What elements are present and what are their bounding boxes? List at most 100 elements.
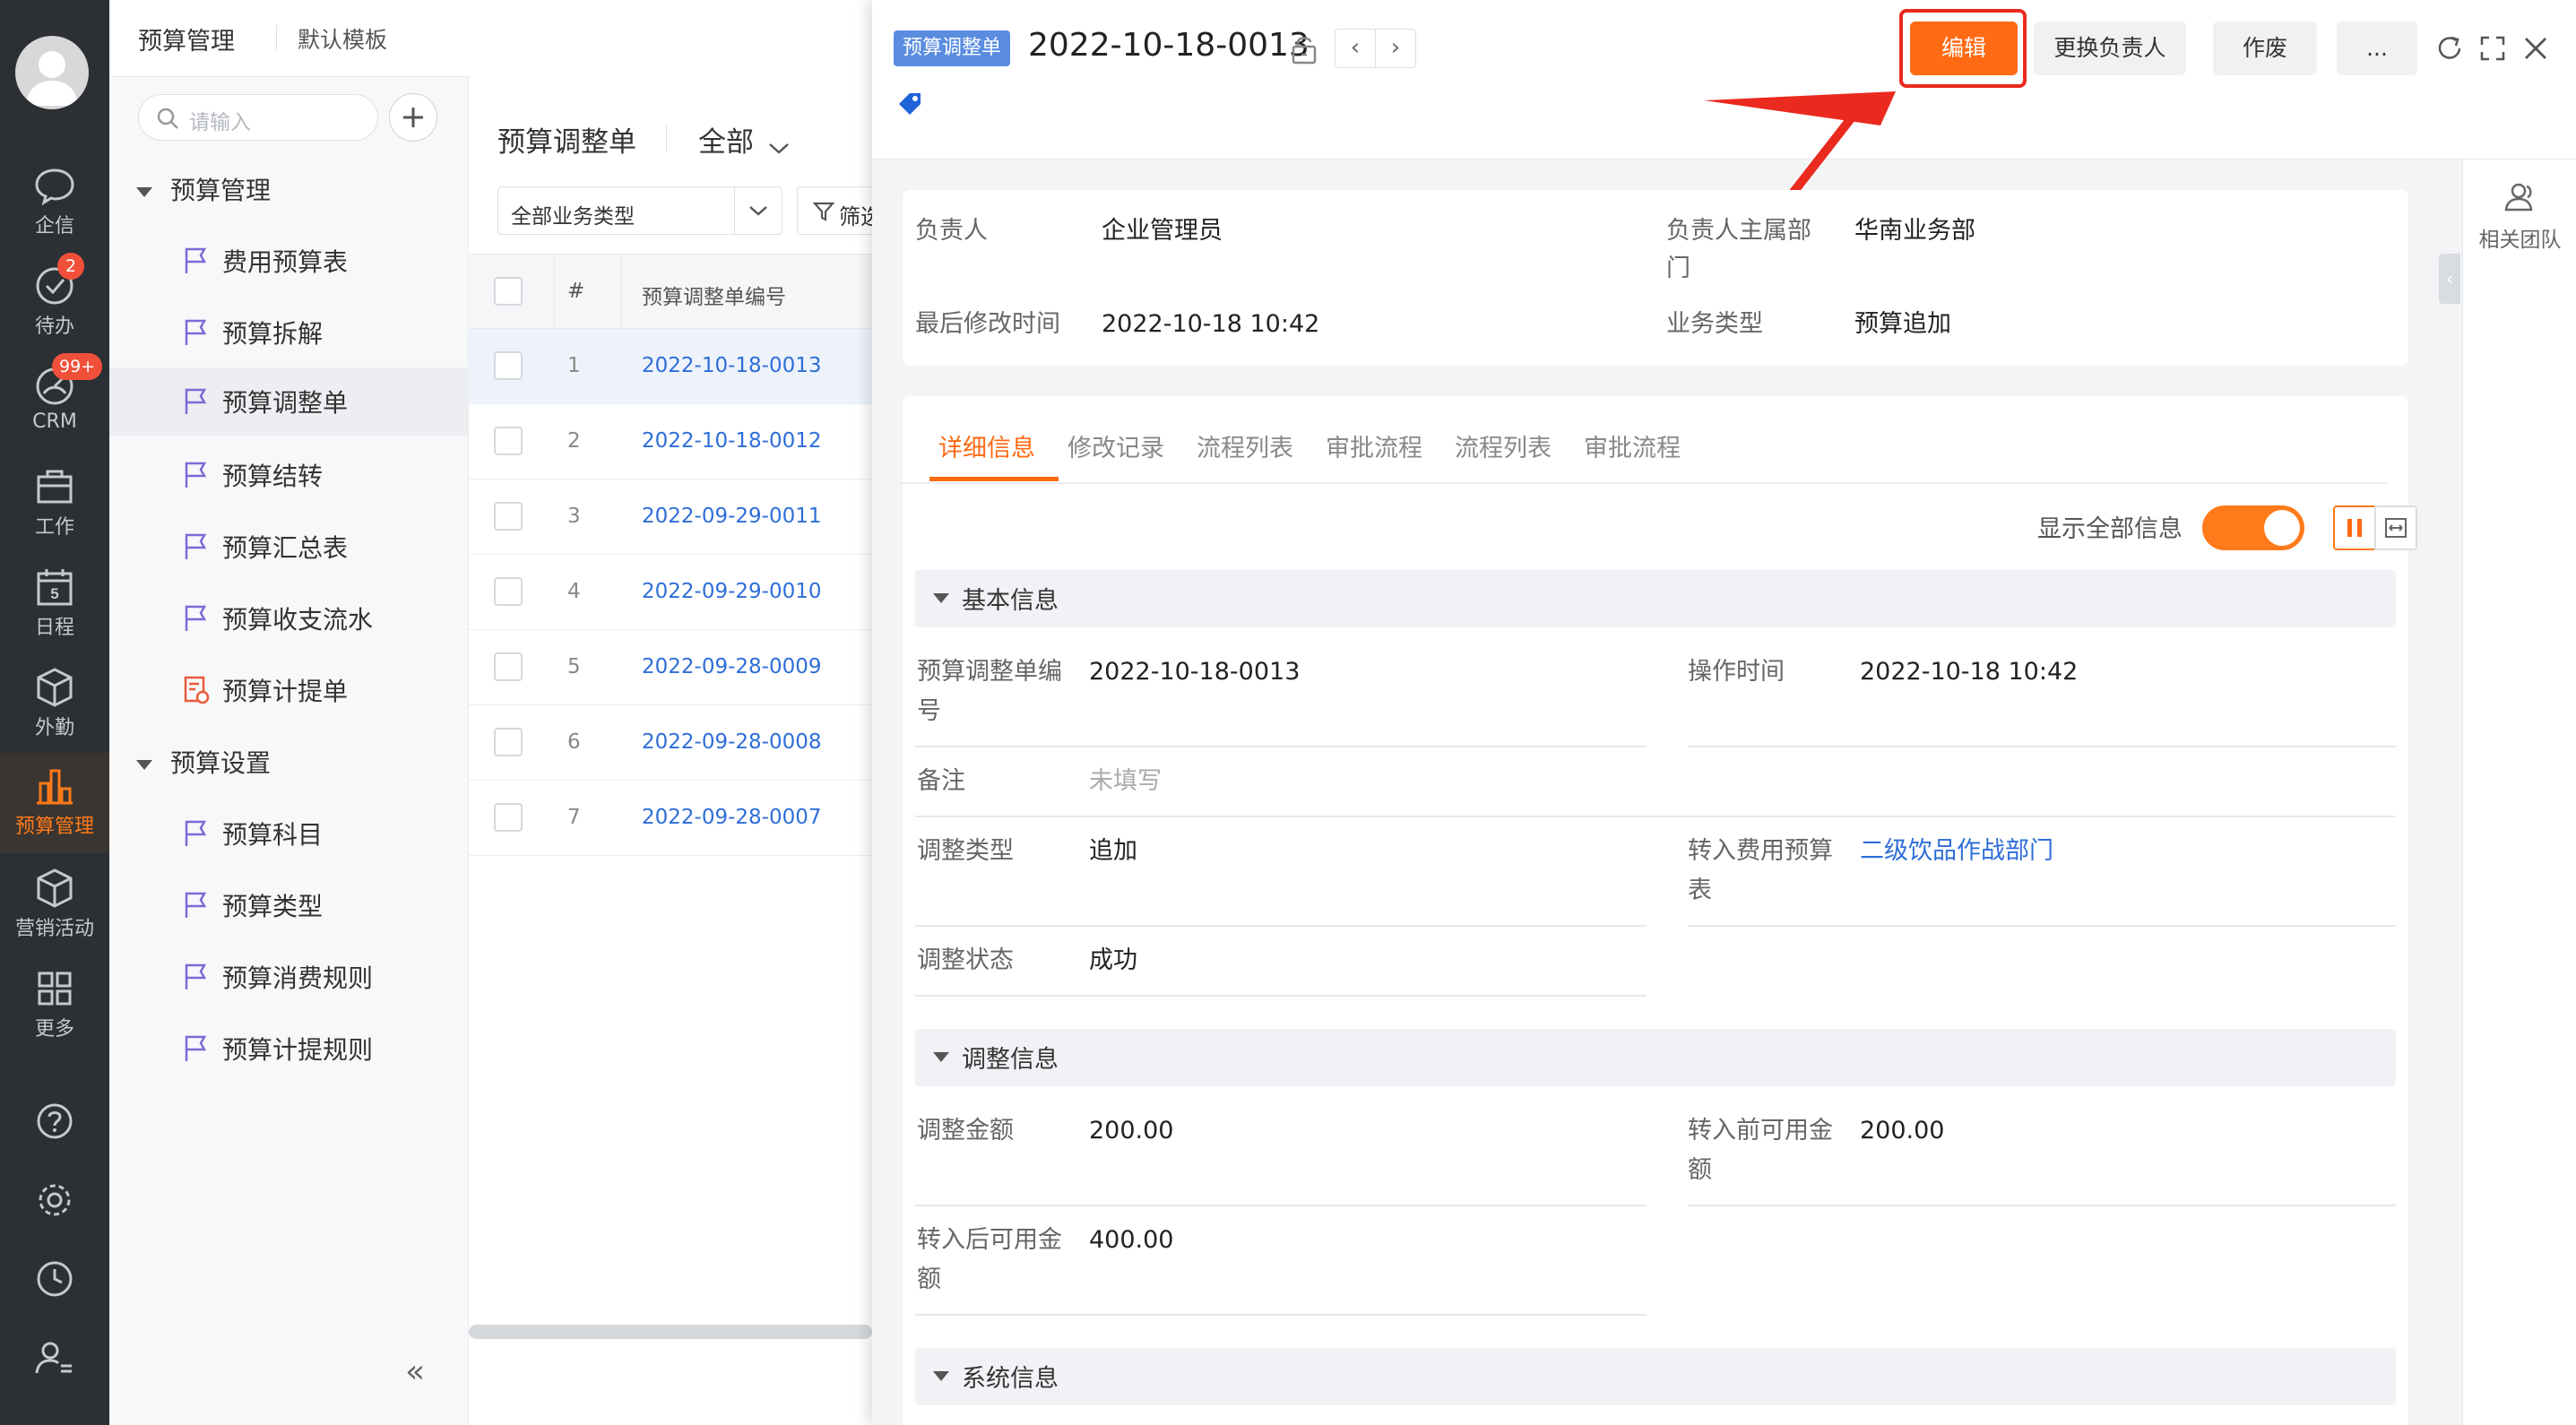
detail-card [903, 396, 2408, 1425]
section-adjust-info[interactable]: 调整信息 [915, 1029, 2396, 1086]
rail-item-field[interactable]: 外勤 [0, 665, 109, 755]
horizontal-scrollbar[interactable] [469, 1325, 872, 1339]
field-divider [915, 816, 2396, 817]
row-number: 5 [567, 655, 581, 678]
nav-item-budget-subject[interactable]: 预算科目 [109, 799, 469, 868]
row-number: 3 [567, 505, 581, 528]
nav-item-budget-carryover[interactable]: 预算结转 [109, 441, 469, 509]
rail-item-crm[interactable]: CRM 99+ [0, 353, 109, 453]
nav-item-label: 预算拆解 [222, 319, 324, 349]
cube-icon [37, 668, 73, 707]
nav-header: 预算管理 默认模板 [109, 0, 469, 77]
help-icon[interactable] [32, 1099, 77, 1144]
table-row[interactable]: 6 2022-09-28-0008 [469, 705, 872, 781]
nav-item-budget-type[interactable]: 预算类型 [109, 871, 469, 939]
field-divider [915, 925, 1647, 927]
field-adj-type-label: 调整类型 [917, 837, 1014, 865]
nav-item-consumption-rule[interactable]: 预算消费规则 [109, 943, 469, 1011]
field-before-value: 200.00 [1860, 1117, 1945, 1144]
nav-item-budget-split[interactable]: 预算拆解 [109, 298, 469, 367]
tab-approval-flow-2[interactable]: 审批流程 [1584, 428, 1681, 463]
rail-label: 企信 [34, 215, 74, 238]
tab-approval-flow[interactable]: 审批流程 [1326, 428, 1422, 463]
nav-item-budget-accrual[interactable]: 预算计提单 [109, 656, 469, 724]
row-checkbox[interactable] [494, 728, 523, 756]
select-all-checkbox[interactable] [494, 277, 523, 306]
nav-group-budget[interactable]: 预算管理 [136, 171, 271, 207]
user-settings-icon[interactable] [32, 1335, 77, 1380]
row-checkbox[interactable] [494, 351, 523, 380]
nav-search-input[interactable]: 请输入 [138, 94, 378, 141]
nav-item-expense-budget[interactable]: 费用预算表 [109, 227, 469, 295]
nav-item-budget-flow[interactable]: 预算收支流水 [109, 584, 469, 652]
field-remark-value: 未填写 [1089, 767, 1162, 795]
nav-group-label: 预算管理 [170, 176, 272, 205]
row-id-link[interactable]: 2022-09-29-0011 [642, 505, 822, 528]
active-tab-underline [929, 477, 1059, 481]
tab-flow-list-2[interactable]: 流程列表 [1455, 428, 1552, 463]
row-checkbox[interactable] [494, 502, 523, 531]
table-row[interactable]: 1 2022-10-18-0013 [469, 329, 872, 404]
row-checkbox[interactable] [494, 652, 523, 681]
nav-group-label: 预算设置 [170, 748, 272, 778]
flag-icon [185, 892, 207, 918]
rail-item-budget[interactable]: 预算管理 [0, 753, 109, 853]
row-id-link[interactable]: 2022-09-28-0008 [642, 730, 822, 754]
scope-dropdown[interactable]: 全部 [698, 119, 791, 160]
expand-sidebar-handle[interactable]: ‹ [2439, 254, 2460, 304]
nav-item-budget-summary[interactable]: 预算汇总表 [109, 513, 469, 581]
template-selector[interactable]: 默认模板 [298, 22, 387, 55]
field-divider [915, 1314, 1647, 1316]
rail-item-todo[interactable]: 待办 2 [0, 253, 109, 353]
show-all-toggle[interactable] [2202, 505, 2304, 550]
funnel-icon [812, 202, 835, 221]
table-header: # 预算调整单编号 [469, 254, 872, 330]
row-checkbox[interactable] [494, 803, 523, 832]
two-column-view-button[interactable] [2333, 505, 2376, 550]
field-into-link[interactable]: 二级饮品作战部门 [1860, 832, 2053, 871]
biz-type-select[interactable]: 全部业务类型 [497, 186, 782, 235]
table-row[interactable]: 7 2022-09-28-0007 [469, 781, 872, 856]
field-amount-label: 调整金额 [917, 1117, 1014, 1144]
row-id-link[interactable]: 2022-10-18-0012 [642, 429, 822, 453]
tab-change-log[interactable]: 修改记录 [1068, 428, 1164, 463]
wide-view-button[interactable] [2374, 505, 2417, 550]
row-id-link[interactable]: 2022-10-18-0013 [642, 354, 822, 377]
row-id-link[interactable]: 2022-09-29-0010 [642, 580, 822, 603]
add-button[interactable] [389, 93, 437, 142]
row-id-link[interactable]: 2022-09-28-0009 [642, 655, 822, 678]
rail-item-marketing[interactable]: 营销活动 [0, 866, 109, 955]
rail-item-more[interactable]: 更多 [0, 966, 109, 1056]
rail-label: CRM [32, 410, 77, 433]
nav-group-settings[interactable]: 预算设置 [136, 744, 271, 780]
rail-item-schedule[interactable]: 5 日程 [0, 565, 109, 654]
field-divider [1688, 925, 2396, 927]
collapse-nav-button[interactable]: « [405, 1353, 425, 1390]
table-row[interactable]: 3 2022-09-29-0011 [469, 479, 872, 555]
table-row[interactable]: 4 2022-09-29-0010 [469, 555, 872, 630]
tab-details[interactable]: 详细信息 [938, 428, 1035, 463]
user-avatar[interactable] [15, 36, 89, 109]
nav-item-accrual-rule[interactable]: 预算计提规则 [109, 1015, 469, 1083]
nav-item-label: 预算计提规则 [222, 1035, 374, 1065]
rail-item-work[interactable]: 工作 [0, 464, 109, 554]
tab-flow-list[interactable]: 流程列表 [1197, 428, 1293, 463]
row-checkbox[interactable] [494, 577, 523, 606]
flag-icon [185, 963, 207, 989]
row-id-link[interactable]: 2022-09-28-0007 [642, 806, 822, 829]
settings-icon[interactable] [32, 1178, 77, 1222]
nav-item-budget-adjust[interactable]: 预算调整单 [109, 367, 469, 436]
table-row[interactable]: 2 2022-10-18-0012 [469, 404, 872, 479]
related-team-label[interactable]: 相关团队 [2463, 222, 2576, 253]
section-basic-info[interactable]: 基本信息 [915, 570, 2396, 627]
dept-label: 负责人主属部 [1666, 217, 1811, 245]
section-system-info[interactable]: 系统信息 [915, 1348, 2396, 1405]
clock-icon[interactable] [32, 1257, 77, 1301]
biz-type-value: 预算追加 [1854, 310, 1951, 338]
todo-count-badge: 2 [57, 253, 84, 280]
rail-item-qixin[interactable]: 企信 [0, 163, 109, 253]
team-icon[interactable] [2503, 179, 2538, 215]
detail-panel: 预算调整单 2022-10-18-0013 ‹ › 编辑 更换负责人 作废 ..… [872, 0, 2576, 1425]
table-row[interactable]: 5 2022-09-28-0009 [469, 630, 872, 705]
row-checkbox[interactable] [494, 427, 523, 455]
